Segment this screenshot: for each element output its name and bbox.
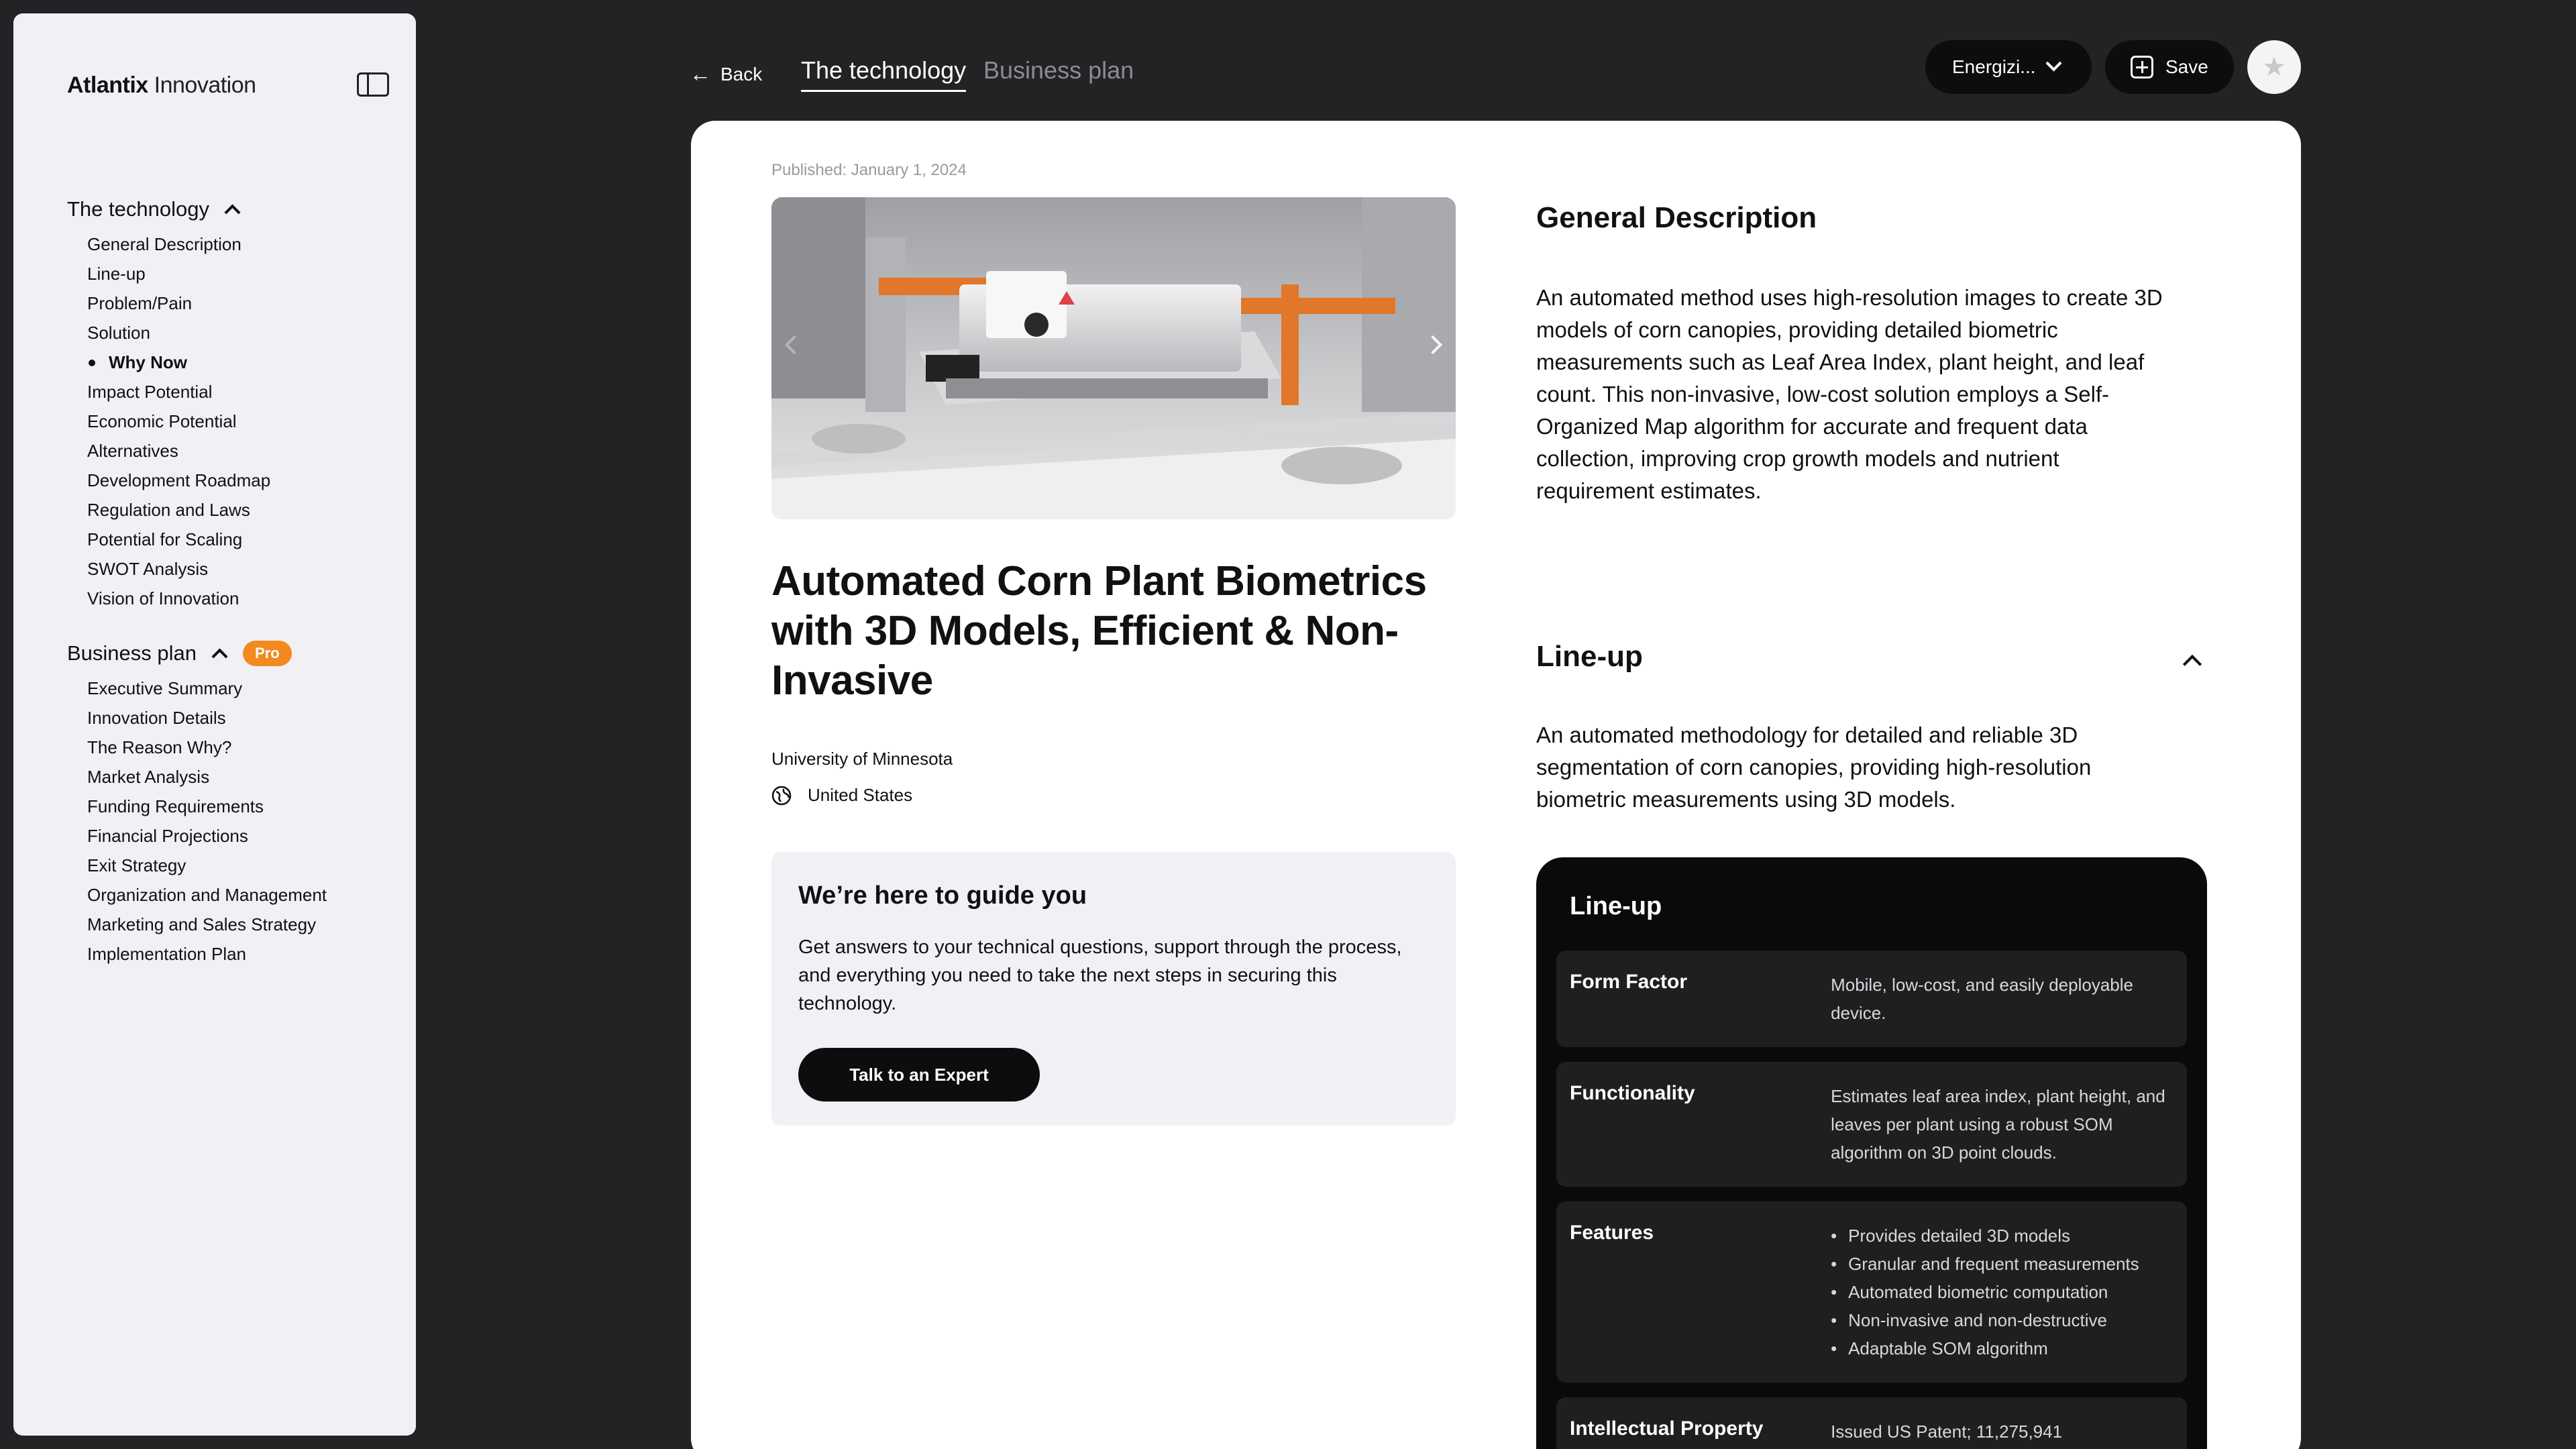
sidebar-item-business-3[interactable]: Market Analysis bbox=[67, 762, 327, 792]
lineup-bullet: Automated biometric computation bbox=[1831, 1278, 2174, 1306]
guide-text: Get answers to your technical questions,… bbox=[798, 936, 1402, 1014]
lineup-rows: Form Factor Mobile, low-cost, and easily … bbox=[1556, 951, 2187, 1449]
chevron-up-icon[interactable] bbox=[224, 203, 241, 221]
sidebar-item-business-7[interactable]: Organization and Management bbox=[67, 880, 327, 910]
nav-section-technology: The technology General Description Line-u… bbox=[67, 193, 270, 613]
star-icon: ★ bbox=[2262, 52, 2286, 82]
nav-section-business: Business plan Pro Executive Summary Innov… bbox=[67, 637, 327, 969]
project-dropdown[interactable]: Energizi... bbox=[1925, 40, 2092, 94]
lineup-row-key: Features bbox=[1570, 1222, 1654, 1244]
sidebar-item-technology-9[interactable]: Regulation and Laws bbox=[67, 495, 270, 525]
country-row: United States bbox=[771, 785, 912, 806]
nav-head-technology[interactable]: The technology bbox=[67, 193, 270, 225]
nav-list-technology: General Description Line-up Problem/Pain So… bbox=[67, 229, 270, 613]
nav-list-business: Executive Summary Innovation Details The R… bbox=[67, 674, 327, 969]
country-name: United States bbox=[808, 785, 913, 805]
lineup-heading[interactable]: Line-up bbox=[1536, 640, 1643, 674]
sidebar-item-business-1[interactable]: Innovation Details bbox=[67, 703, 327, 733]
sidebar-item-technology-7[interactable]: Alternatives bbox=[67, 436, 270, 466]
sidebar: Atlantix Innovation The technology Gener… bbox=[13, 13, 416, 1436]
lineup-panel: Line-up Form Factor Mobile, low-cost, and… bbox=[1536, 857, 2207, 1449]
nav-head-label: Business plan bbox=[67, 641, 197, 665]
lineup-bullet: Non-invasive and non-destructive bbox=[1831, 1306, 2174, 1334]
lineup-text: An automated methodology for detailed an… bbox=[1536, 722, 2092, 812]
app-root: Atlantix Innovation The technology Gener… bbox=[0, 0, 2576, 1449]
sidebar-item-technology-8[interactable]: Development Roadmap bbox=[67, 466, 270, 495]
page-title: Automated Corn Plant Biometrics with 3D … bbox=[771, 558, 1427, 704]
sidebar-item-business-9[interactable]: Implementation Plan bbox=[67, 939, 327, 969]
pro-badge: Pro bbox=[243, 641, 292, 666]
published-date: Published: January 1, 2024 bbox=[771, 161, 967, 179]
sidebar-item-technology-11[interactable]: SWOT Analysis bbox=[67, 554, 270, 584]
general-description-text: An automated method uses high-resolution… bbox=[1536, 285, 2163, 503]
lineup-bullet: Provides detailed 3D models bbox=[1831, 1222, 2174, 1250]
tab-business-plan[interactable]: Business plan bbox=[983, 56, 1134, 85]
general-description-heading: General Description bbox=[1536, 201, 1817, 234]
save-button[interactable]: Save bbox=[2105, 40, 2234, 94]
lineup-bullet: Granular and frequent measurements bbox=[1831, 1250, 2174, 1278]
brand-logo[interactable]: Atlantix Innovation bbox=[67, 72, 256, 99]
sidebar-item-technology-2[interactable]: Problem/Pain bbox=[67, 288, 270, 318]
globe-icon bbox=[771, 786, 792, 805]
institution-name: University of Minnesota bbox=[771, 749, 953, 769]
nav-head-business[interactable]: Business plan Pro bbox=[67, 637, 327, 669]
sidebar-item-technology-12[interactable]: Vision of Innovation bbox=[67, 584, 270, 613]
content-card: Published: January 1, 2024 Automated Cor… bbox=[691, 121, 2301, 1449]
chevron-down-icon bbox=[2045, 55, 2062, 72]
sidebar-item-technology-4[interactable]: Why Now bbox=[67, 347, 270, 377]
lineup-bullet: Adaptable SOM algorithm bbox=[1831, 1334, 2174, 1362]
lineup-row-key: Form Factor bbox=[1570, 971, 1688, 993]
lineup-row-key: Functionality bbox=[1570, 1082, 1695, 1104]
chevron-up-icon[interactable] bbox=[211, 647, 228, 665]
hero-image bbox=[771, 197, 1456, 519]
lineup-row-value: Mobile, low-cost, and easily deployable … bbox=[1831, 975, 2133, 1023]
lineup-row-key: Intellectual Property bbox=[1570, 1417, 1764, 1440]
brand-name-bold: Atlantix bbox=[67, 72, 148, 98]
back-button[interactable]: ← Back bbox=[690, 62, 762, 87]
back-label: Back bbox=[720, 63, 763, 85]
sidebar-item-business-8[interactable]: Marketing and Sales Strategy bbox=[67, 910, 327, 939]
save-label: Save bbox=[2165, 56, 2208, 77]
lineup-row: Intellectual Property Issued US Patent; 1… bbox=[1556, 1397, 2187, 1449]
sidebar-item-technology-1[interactable]: Line-up bbox=[67, 259, 270, 288]
sidebar-toggle-icon[interactable] bbox=[357, 72, 389, 97]
brand-name-light: Innovation bbox=[154, 72, 256, 98]
nav-head-label: The technology bbox=[67, 197, 209, 221]
lineup-row: Features Provides detailed 3D modelsGranu… bbox=[1556, 1201, 2187, 1383]
sidebar-item-business-4[interactable]: Funding Requirements bbox=[67, 792, 327, 821]
sidebar-item-business-2[interactable]: The Reason Why? bbox=[67, 733, 327, 762]
lineup-row-bullets: Provides detailed 3D modelsGranular and … bbox=[1831, 1222, 2174, 1362]
hero-image-carousel[interactable] bbox=[771, 197, 1456, 519]
dropdown-value: Energizi... bbox=[1952, 56, 2036, 77]
sidebar-item-business-5[interactable]: Financial Projections bbox=[67, 821, 327, 851]
lineup-row: Form Factor Mobile, low-cost, and easily … bbox=[1556, 951, 2187, 1047]
sidebar-item-technology-5[interactable]: Impact Potential bbox=[67, 377, 270, 407]
sidebar-item-technology-0[interactable]: General Description bbox=[67, 229, 270, 259]
tab-the-technology[interactable]: The technology bbox=[801, 56, 967, 92]
lineup-row-value: Estimates leaf area index, plant height,… bbox=[1831, 1086, 2165, 1163]
guide-card: We’re here to guide you Get answers to y… bbox=[771, 852, 1456, 1126]
guide-heading: We’re here to guide you bbox=[798, 881, 1087, 910]
lineup-row-value: Issued US Patent; 11,275,941 bbox=[1831, 1421, 2063, 1442]
sidebar-item-technology-3[interactable]: Solution bbox=[67, 318, 270, 347]
sidebar-item-technology-6[interactable]: Economic Potential bbox=[67, 407, 270, 436]
add-square-icon bbox=[2131, 56, 2153, 78]
lineup-panel-title: Line-up bbox=[1570, 892, 1662, 920]
sidebar-item-business-6[interactable]: Exit Strategy bbox=[67, 851, 327, 880]
talk-to-expert-button[interactable]: Talk to an Expert bbox=[798, 1048, 1040, 1102]
sidebar-item-business-0[interactable]: Executive Summary bbox=[67, 674, 327, 703]
avatar[interactable]: ★ bbox=[2247, 40, 2301, 94]
lineup-row: Functionality Estimates leaf area index, … bbox=[1556, 1062, 2187, 1187]
chevron-up-icon[interactable] bbox=[2182, 654, 2202, 674]
arrow-left-icon: ← bbox=[690, 62, 711, 86]
sidebar-item-technology-10[interactable]: Potential for Scaling bbox=[67, 525, 270, 554]
